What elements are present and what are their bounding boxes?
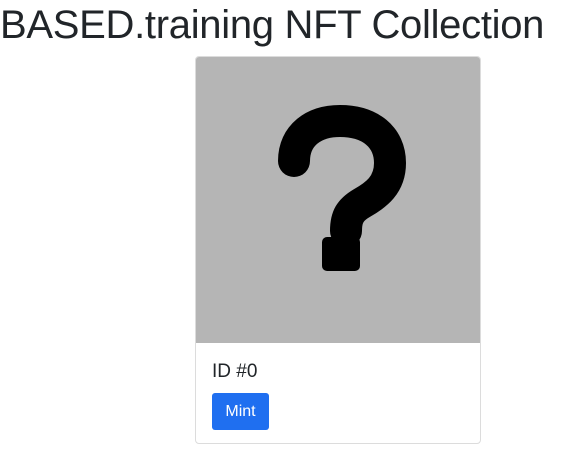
nft-image-placeholder	[196, 57, 480, 343]
mint-button[interactable]: Mint	[212, 393, 269, 430]
card-body: ID #0 Mint	[196, 343, 480, 443]
nft-card: ID #0 Mint	[195, 56, 481, 444]
question-mark-icon	[278, 105, 406, 271]
nft-id-label: ID #0	[212, 361, 258, 382]
page-title: BASED.training NFT Collection	[0, 3, 545, 47]
